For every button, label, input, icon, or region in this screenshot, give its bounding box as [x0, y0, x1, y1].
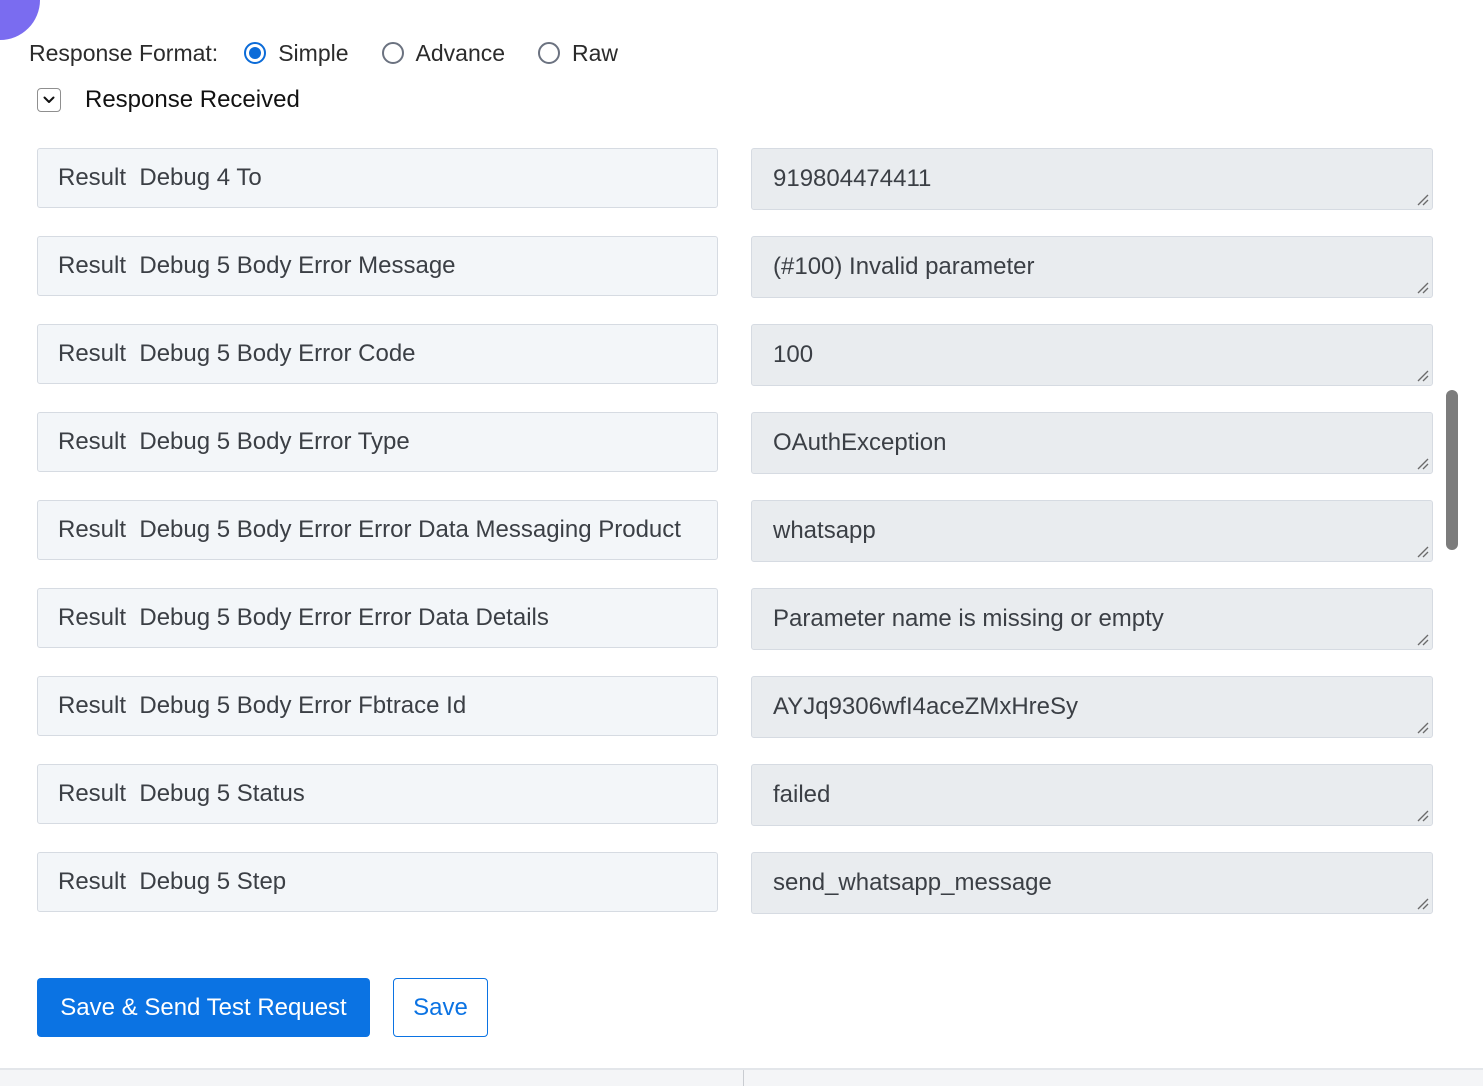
chevron-down-icon[interactable]	[42, 93, 56, 107]
field-value-textarea[interactable]: whatsapp	[751, 500, 1433, 562]
radio-advance-label: Advance	[415, 39, 506, 66]
field-key-input[interactable]: Result Debug 5 Status	[37, 764, 718, 824]
scrollbar[interactable]	[1443, 129, 1462, 955]
field-value-text: OAuthException	[773, 429, 947, 456]
field-value-textarea[interactable]: 100	[751, 324, 1433, 386]
response-received-header: Response Received	[37, 84, 300, 116]
field-key-input[interactable]: Result Debug 5 Body Error Fbtrace Id	[37, 676, 718, 736]
field-row: Result Debug 5 Status failed	[0, 764, 1462, 852]
field-value-textarea[interactable]: failed	[751, 764, 1433, 826]
response-fields-list-content: Result Debug 4 Stepsend_whatsapp_message…	[0, 129, 1462, 940]
field-value-textarea[interactable]: AYJq9306wfI4aceZMxHreSy	[751, 676, 1433, 738]
field-value-textarea[interactable]: OAuthException	[751, 412, 1433, 474]
field-value-text: failed	[773, 781, 831, 808]
radio-raw-indicator[interactable]	[538, 42, 561, 64]
radio-raw[interactable]: Raw	[538, 40, 618, 67]
radio-advance-indicator[interactable]	[381, 42, 404, 64]
field-key-input[interactable]: Result Debug 5 Body Error Code	[37, 324, 718, 384]
field-key-input[interactable]: Result Debug 4 To	[37, 148, 718, 208]
field-value-text: (#100) Invalid parameter	[773, 253, 1035, 280]
resize-handle-icon[interactable]	[1417, 194, 1429, 206]
field-row: Result Debug 4 Stepsend_whatsapp_message	[0, 129, 1462, 148]
field-row: Result Debug 5 Step send_whatsapp_message	[0, 852, 1462, 940]
field-value-text: 919804474411	[773, 165, 932, 192]
field-value-text: send_whatsapp_message	[773, 869, 1052, 896]
field-value-textarea[interactable]: send_whatsapp_message	[751, 852, 1433, 914]
column-divider	[743, 1070, 744, 1086]
field-row: Result Debug 5 Body Error Message (#100) …	[0, 236, 1462, 324]
response-received-toggle[interactable]	[37, 88, 61, 112]
save-and-send-test-request-button[interactable]: Save & Send Test Request	[37, 978, 370, 1037]
field-row: Result Debug 5 Body Error Code 100	[0, 324, 1462, 412]
radio-simple[interactable]: Simple	[244, 39, 349, 67]
field-value-text: whatsapp	[773, 517, 876, 544]
radio-raw-label: Raw	[572, 39, 619, 66]
response-format-group: Response Format: Simple Advance Raw	[29, 36, 651, 70]
field-key-input[interactable]: Result Debug 5 Body Error Error Data Mes…	[37, 500, 718, 560]
field-row: Result Debug 5 Body Error Type OAuthExcep…	[0, 412, 1462, 500]
resize-handle-icon[interactable]	[1417, 282, 1429, 294]
field-key-input[interactable]: Result Debug 5 Body Error Type	[37, 412, 718, 472]
resize-handle-icon[interactable]	[1417, 722, 1429, 734]
field-value-textarea[interactable]: Parameter name is missing or empty	[751, 588, 1433, 650]
field-key-input[interactable]: Result Debug 5 Body Error Error Data Det…	[37, 588, 718, 648]
field-value-textarea[interactable]: (#100) Invalid parameter	[751, 236, 1433, 298]
resize-handle-icon[interactable]	[1417, 370, 1429, 382]
field-key-input[interactable]: Result Debug 5 Body Error Message	[37, 236, 718, 296]
resize-handle-icon[interactable]	[1417, 546, 1429, 558]
field-row: Result Debug 5 Body Error Error Data Mes…	[0, 500, 1462, 588]
radio-advance[interactable]: Advance	[381, 39, 506, 67]
resize-handle-icon[interactable]	[1417, 634, 1429, 646]
radio-simple-label: Simple	[278, 39, 349, 66]
resize-handle-icon[interactable]	[1417, 810, 1429, 822]
field-value-text: 100	[773, 341, 814, 368]
resize-handle-icon[interactable]	[1417, 898, 1429, 910]
field-row: Result Debug 5 Body Error Fbtrace Id AYJq…	[0, 676, 1462, 764]
save-button[interactable]: Save	[393, 978, 488, 1037]
resize-handle-icon[interactable]	[1417, 458, 1429, 470]
field-value-textarea[interactable]: 919804474411	[751, 148, 1433, 210]
response-fields-list[interactable]: Result Debug 4 Stepsend_whatsapp_message…	[0, 129, 1462, 955]
field-key-input[interactable]: Result Debug 5 Step	[37, 852, 718, 912]
avatar	[0, 0, 40, 40]
field-value-text: AYJq9306wfI4aceZMxHreSy	[773, 693, 1079, 720]
response-received-title: Response Received	[85, 86, 300, 113]
field-row: Result Debug 5 Body Error Error Data Det…	[0, 588, 1462, 676]
scrollbar-thumb[interactable]	[1446, 390, 1458, 550]
field-row: Result Debug 4 To 919804474411	[0, 148, 1462, 236]
response-format-label: Response Format:	[29, 39, 219, 66]
page-background-strip	[0, 1070, 1483, 1086]
field-value-text: Parameter name is missing or empty	[773, 605, 1164, 632]
radio-simple-indicator[interactable]	[244, 42, 267, 64]
